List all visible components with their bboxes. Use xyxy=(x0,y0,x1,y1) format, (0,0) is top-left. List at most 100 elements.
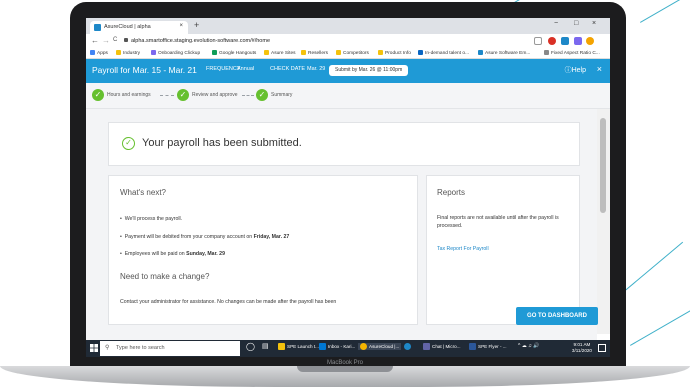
reports-card: Reports Final reports are not available … xyxy=(426,175,580,325)
tab-title: AsureCloud | alpha xyxy=(104,24,151,30)
tab-close-icon[interactable]: × xyxy=(179,23,183,29)
laptop-notch xyxy=(297,366,393,372)
forward-button[interactable]: → xyxy=(102,36,110,45)
whats-next-card: What's next? • We'll process the payroll… xyxy=(108,175,418,325)
bookmark-industry[interactable]: Industry xyxy=(116,50,140,56)
bookmark-onboarding[interactable]: Onboarding Clickup xyxy=(151,50,200,56)
bookmark-asure-software[interactable]: Asure Software Em... xyxy=(478,50,530,56)
clickup-icon xyxy=(151,50,156,55)
profile-avatar-icon[interactable] xyxy=(586,37,594,45)
taskbar-item[interactable]: SPE Flyer - ... xyxy=(469,343,507,350)
system-tray-icons[interactable]: ^ ☁ ♫ 🔊 xyxy=(518,343,540,349)
chrome-icon xyxy=(360,343,367,350)
scrollbar-thumb[interactable] xyxy=(600,118,606,213)
bookmark-product-info[interactable]: Product Info xyxy=(378,50,411,56)
taskbar-search[interactable]: ⚲ Type here to search xyxy=(100,341,240,356)
step-complete-icon: ✓ xyxy=(256,89,268,101)
minimize-button[interactable]: − xyxy=(554,20,558,27)
search-placeholder: Type here to search xyxy=(116,345,165,351)
taskbar-clock[interactable]: 9:01 AM 3/11/2020 xyxy=(572,342,592,354)
bookmark-fixed-aspect[interactable]: Fixed Aspect Ratio C... xyxy=(544,50,600,56)
go-to-dashboard-button[interactable]: GO TO DASHBOARD xyxy=(516,307,598,325)
submitted-message: Your payroll has been submitted. xyxy=(142,137,302,149)
page-icon xyxy=(544,50,549,55)
step-hours-earnings[interactable]: Hours and earnings xyxy=(107,92,151,98)
folder-icon xyxy=(336,50,341,55)
windows-taskbar: ⚲ Type here to search ◯ ▤ SPE Launch t..… xyxy=(86,340,610,357)
change-text: Contact your administrator for assistanc… xyxy=(120,299,337,305)
taskbar-item[interactable] xyxy=(404,343,413,350)
asure-icon xyxy=(478,50,483,55)
clock-date: 3/11/2020 xyxy=(571,348,592,353)
window-close-button[interactable]: × xyxy=(592,20,596,27)
search-icon: ⚲ xyxy=(105,345,110,351)
taskbar-item-active[interactable]: AsureCloud |... xyxy=(358,343,402,350)
list-item: • Payment will be debited from your comp… xyxy=(120,234,290,240)
word-icon xyxy=(469,343,476,350)
reload-button[interactable]: C xyxy=(113,37,117,43)
back-button[interactable]: ← xyxy=(91,36,99,45)
bookmark-apps[interactable]: Apps xyxy=(90,50,108,56)
submit-by-badge: Submit by Mar. 26 @ 11:00pm xyxy=(329,65,409,76)
help-button[interactable]: ⓘHelp xyxy=(565,65,586,75)
reports-title: Reports xyxy=(437,188,466,197)
progress-steps: ✓ Hours and earnings ✓ Review and approv… xyxy=(86,83,610,109)
step-review-approve[interactable]: Review and approve xyxy=(192,92,238,98)
step-summary[interactable]: Summary xyxy=(271,92,292,98)
bookmark-hangouts[interactable]: Google Hangouts xyxy=(212,50,256,56)
bookmark-asure-sites[interactable]: Asure Sites xyxy=(264,50,296,56)
whats-next-title: What's next? xyxy=(120,188,166,197)
linkedin-icon xyxy=(418,50,423,55)
close-payroll-button[interactable]: × xyxy=(597,64,602,74)
help-label: Help xyxy=(571,67,586,74)
confirmation-card: ✓ Your payroll has been submitted. xyxy=(108,122,580,166)
taskbar-item[interactable]: Chat | Micro... xyxy=(423,343,461,350)
extension-red-icon[interactable] xyxy=(548,37,556,45)
task-view-icon[interactable]: ▤ xyxy=(262,342,269,350)
taskbar-item[interactable]: Inbox - Kari... xyxy=(319,343,355,350)
tax-report-link[interactable]: Tax Report For Payroll xyxy=(437,246,489,252)
frequency-label: FREQUENCY xyxy=(206,66,241,72)
folder-icon xyxy=(301,50,306,55)
cortana-icon[interactable]: ◯ xyxy=(246,342,255,351)
step-connector xyxy=(242,95,254,96)
folder-icon xyxy=(378,50,383,55)
star-icon[interactable] xyxy=(534,37,542,45)
new-tab-button[interactable]: + xyxy=(194,20,199,30)
browser-tab[interactable]: AsureCloud | alpha × xyxy=(90,21,188,34)
step-connector xyxy=(160,95,174,96)
payroll-period-title: Payroll for Mar. 15 - Mar. 21 xyxy=(92,65,197,75)
notification-icon[interactable] xyxy=(598,344,606,352)
url-field[interactable]: alpha.smartoffice.staging.evolution-soft… xyxy=(124,36,544,46)
frequency-value: Annual xyxy=(237,66,255,72)
hangouts-icon xyxy=(212,50,217,55)
maximize-button[interactable]: □ xyxy=(574,20,578,27)
extension-purple-icon[interactable] xyxy=(574,37,582,45)
list-item: • Employees will be paid on Sunday, Mar.… xyxy=(120,251,225,257)
step-complete-icon: ✓ xyxy=(92,89,104,101)
file-icon xyxy=(278,343,285,350)
check-circle-icon: ✓ xyxy=(122,137,135,150)
bookmark-resellers[interactable]: Resellers xyxy=(301,50,328,56)
check-date-value: Mar. 29 xyxy=(307,66,326,72)
payroll-header: Payroll for Mar. 15 - Mar. 21 FREQUENCY … xyxy=(86,59,610,83)
edge-icon xyxy=(404,343,411,350)
step-complete-icon: ✓ xyxy=(177,89,189,101)
windows-start-icon[interactable] xyxy=(90,344,98,352)
url-text: alpha.smartoffice.staging.evolution-soft… xyxy=(131,38,270,44)
asure-favicon-icon xyxy=(94,24,101,31)
bookmark-competitors[interactable]: Competitors xyxy=(336,50,369,56)
teams-icon xyxy=(423,343,430,350)
change-title: Need to make a change? xyxy=(120,272,210,281)
list-item: • We'll process the payroll. xyxy=(120,216,183,222)
taskbar-item[interactable]: SPE Launch t... xyxy=(278,343,319,350)
reports-text: Final reports are not available until af… xyxy=(437,215,559,229)
apps-icon xyxy=(90,50,95,55)
lock-icon xyxy=(124,38,128,42)
bookmarks-bar: Apps Industry Onboarding Clickup Google … xyxy=(86,48,610,59)
bookmark-in-demand[interactable]: In-demand talent o... xyxy=(418,50,469,56)
check-date-label: CHECK DATE xyxy=(270,66,306,72)
screen: AsureCloud | alpha × + − □ × ← → C alpha… xyxy=(86,18,610,357)
extension-blue-icon[interactable] xyxy=(561,37,569,45)
browser-tab-bar: AsureCloud | alpha × + − □ × xyxy=(86,18,610,34)
